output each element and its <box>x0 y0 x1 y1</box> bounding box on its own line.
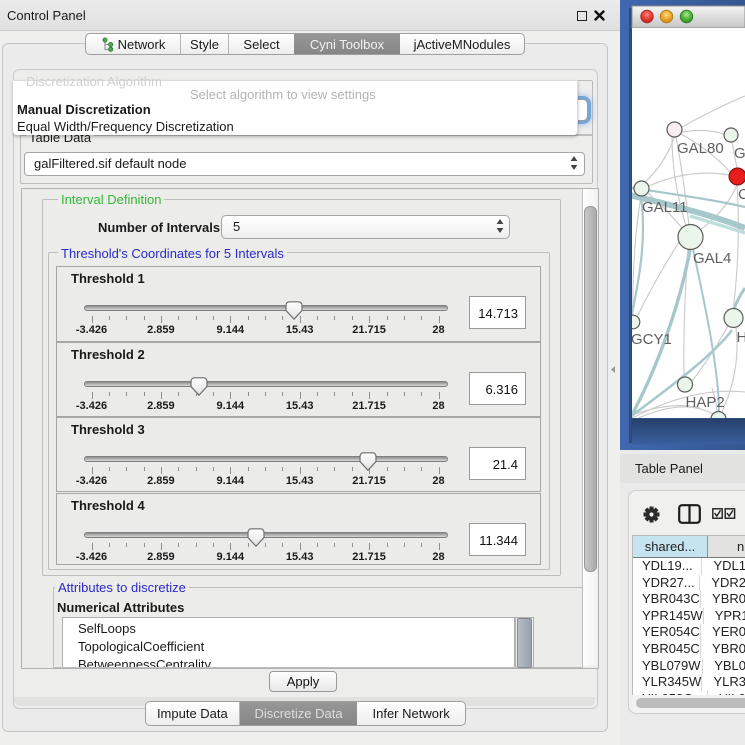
svg-text:GCY1: GCY1 <box>631 331 672 348</box>
svg-text:GAL11: GAL11 <box>642 199 688 216</box>
svg-text:GAL4: GAL4 <box>693 250 731 267</box>
svg-text:HAP2: HAP2 <box>686 394 725 411</box>
svg-text:GAL80: GAL80 <box>677 140 724 157</box>
svg-text:CD: CD <box>738 186 745 203</box>
svg-text:GA: GA <box>734 145 745 162</box>
svg-text:HA: HA <box>737 329 745 346</box>
